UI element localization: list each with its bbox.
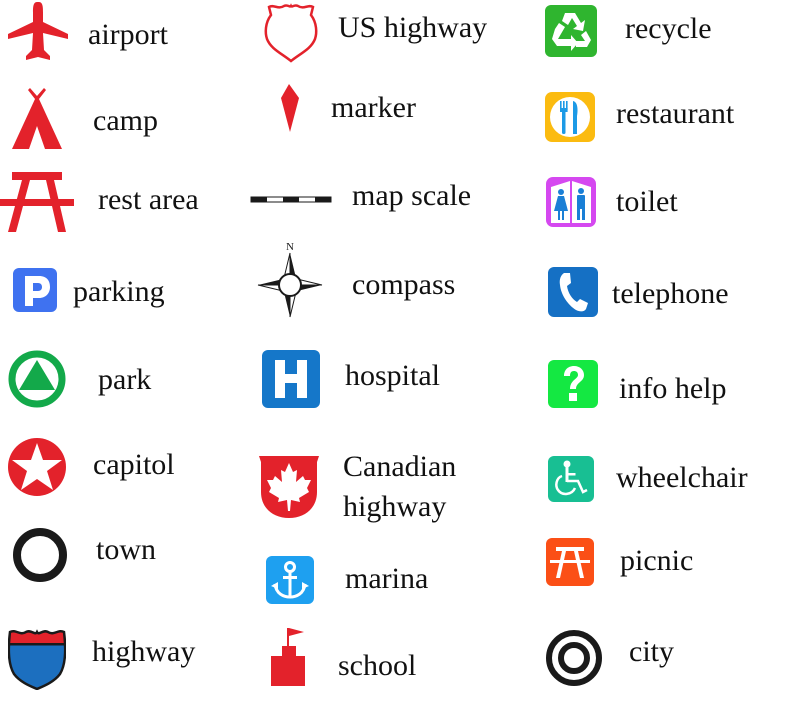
legend-label: city xyxy=(629,635,674,668)
restroom-icon xyxy=(546,177,596,227)
compass-icon: N xyxy=(257,241,323,318)
parking-icon xyxy=(13,268,57,312)
legend-label: US highway xyxy=(338,11,488,44)
legend-label: toilet xyxy=(616,185,678,218)
hospital-icon xyxy=(262,350,320,408)
recycle-icon xyxy=(545,5,597,57)
scale-bar-icon xyxy=(250,196,332,203)
airplane-icon xyxy=(8,2,68,60)
ring-icon xyxy=(13,528,67,582)
us-highway-shield-icon xyxy=(264,3,318,63)
anchor-icon xyxy=(266,556,314,604)
legend-label: restaurant xyxy=(616,97,735,130)
north-label: N xyxy=(286,241,294,253)
legend-label: compass xyxy=(352,268,456,301)
legend-label: airport xyxy=(88,18,168,51)
school-flag-icon xyxy=(271,628,305,686)
legend-label: capitol xyxy=(93,448,175,481)
park-triangle-icon xyxy=(8,350,66,408)
legend-label: town xyxy=(96,533,156,566)
marker-icon xyxy=(281,84,299,132)
double-ring-icon xyxy=(546,630,602,686)
legend-label: info help xyxy=(619,372,727,405)
legend-label: parking xyxy=(73,275,165,308)
legend-label: picnic xyxy=(620,544,694,577)
legend-label: map scale xyxy=(352,179,472,212)
star-circle-icon xyxy=(8,438,66,496)
legend-label: wheelchair xyxy=(616,461,748,494)
legend-label: recycle xyxy=(625,12,712,45)
legend-label: Canadian highway xyxy=(343,450,457,523)
interstate-shield-icon xyxy=(8,629,66,690)
legend-label: marina xyxy=(345,562,429,595)
picnic-table-icon xyxy=(0,172,74,232)
legend-label: telephone xyxy=(612,277,729,310)
legend-label: school xyxy=(338,649,417,682)
question-icon xyxy=(548,360,598,408)
legend-label: rest area xyxy=(98,183,199,216)
legend-label: hospital xyxy=(345,359,440,392)
wheelchair-icon xyxy=(548,456,594,502)
fork-knife-icon xyxy=(545,92,595,142)
maple-leaf-shield-icon xyxy=(259,456,319,518)
legend-label: highway xyxy=(92,635,196,668)
legend-label: marker xyxy=(331,91,416,124)
legend-label: camp xyxy=(93,104,158,137)
legend-label: park xyxy=(98,363,152,396)
picnic-icon xyxy=(546,538,594,586)
tent-icon xyxy=(12,88,62,149)
phone-icon xyxy=(548,267,598,317)
